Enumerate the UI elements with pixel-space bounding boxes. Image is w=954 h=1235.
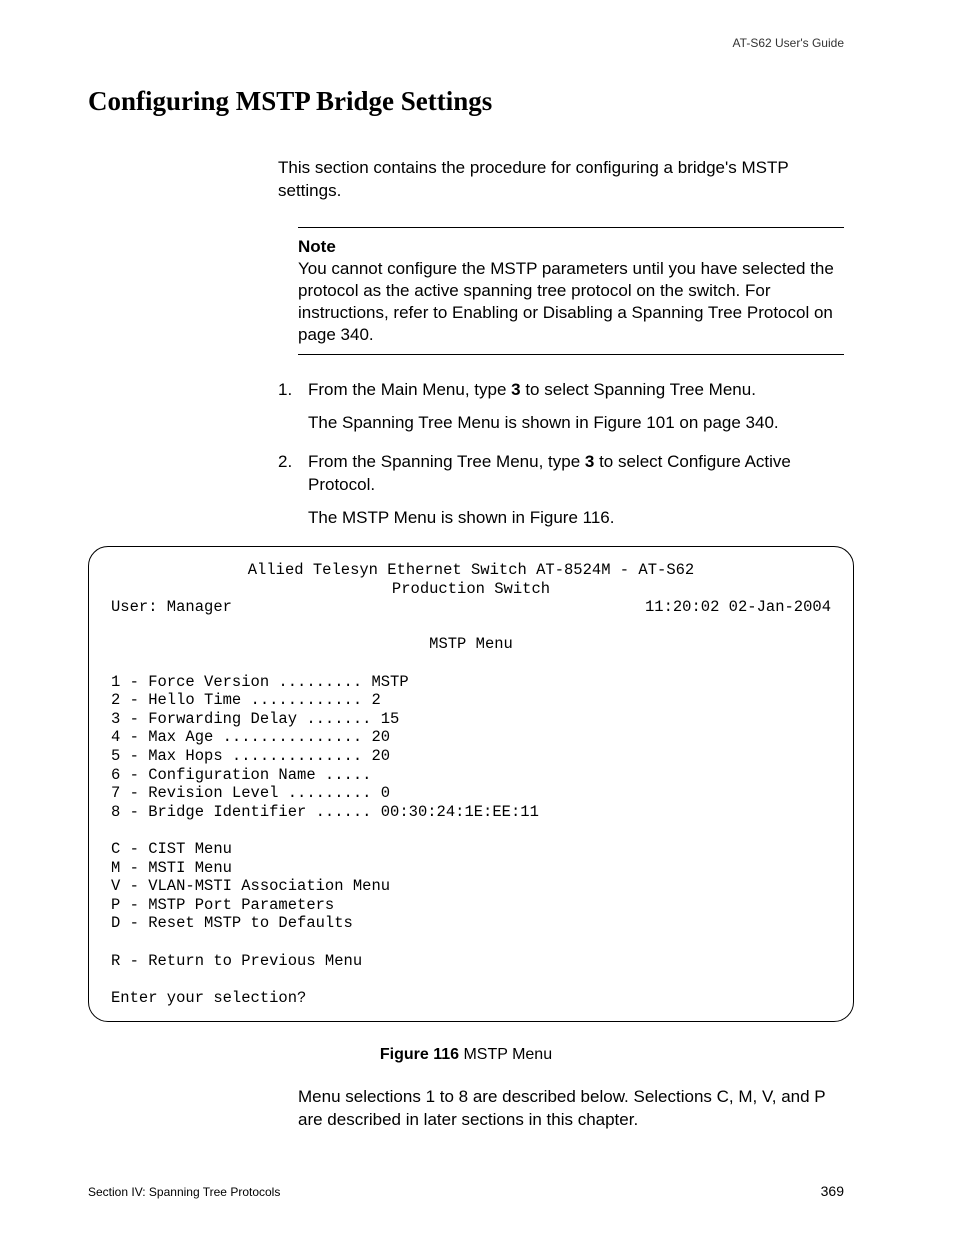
terminal-title-2: Production Switch xyxy=(111,580,831,599)
figure-caption-text: MSTP Menu xyxy=(459,1046,552,1063)
menu-item-6: 6 - Configuration Name ..... xyxy=(111,766,831,785)
terminal-user: User: Manager xyxy=(111,598,232,617)
note-label: Note xyxy=(298,236,844,258)
page: AT-S62 User's Guide Configuring MSTP Bri… xyxy=(0,0,954,1235)
step-text: From the Main Menu, type 3 to select Spa… xyxy=(308,379,756,402)
step-number: 2. xyxy=(278,451,296,497)
menu-item-7: 7 - Revision Level ......... 0 xyxy=(111,784,831,803)
terminal-menu-title: MSTP Menu xyxy=(111,635,831,654)
note-box: Note You cannot configure the MSTP param… xyxy=(298,227,844,355)
menu-item-p: P - MSTP Port Parameters xyxy=(111,896,831,915)
figure-label: Figure 116 xyxy=(380,1046,459,1063)
menu-item-3: 3 - Forwarding Delay ....... 15 xyxy=(111,710,831,729)
menu-item-8: 8 - Bridge Identifier ...... 00:30:24:1E… xyxy=(111,803,831,822)
step-2-sub: The MSTP Menu is shown in Figure 116. xyxy=(308,507,844,530)
step-text: From the Spanning Tree Menu, type 3 to s… xyxy=(308,451,844,497)
terminal-timestamp: 11:20:02 02-Jan-2004 xyxy=(645,598,831,617)
menu-item-c: C - CIST Menu xyxy=(111,840,831,859)
step-text-pre: From the Spanning Tree Menu, type xyxy=(308,452,585,471)
after-paragraph: Menu selections 1 to 8 are described bel… xyxy=(298,1086,844,1132)
figure-caption: Figure 116 MSTP Menu xyxy=(88,1046,844,1064)
section-title: Configuring MSTP Bridge Settings xyxy=(88,86,844,117)
note-text: You cannot configure the MSTP parameters… xyxy=(298,258,844,346)
terminal-title-1: Allied Telesyn Ethernet Switch AT-8524M … xyxy=(111,561,831,580)
menu-item-d: D - Reset MSTP to Defaults xyxy=(111,914,831,933)
menu-item-m: M - MSTI Menu xyxy=(111,859,831,878)
terminal-menu-box: Allied Telesyn Ethernet Switch AT-8524M … xyxy=(88,546,854,1022)
menu-item-4: 4 - Max Age ............... 20 xyxy=(111,728,831,747)
footer-page-number: 369 xyxy=(821,1183,844,1199)
step-1: 1. From the Main Menu, type 3 to select … xyxy=(278,379,844,402)
step-key: 3 xyxy=(511,380,520,399)
step-text-pre: From the Main Menu, type xyxy=(308,380,511,399)
step-1-sub: The Spanning Tree Menu is shown in Figur… xyxy=(308,412,844,435)
terminal-status-line: User: Manager 11:20:02 02-Jan-2004 xyxy=(111,598,831,617)
menu-item-1: 1 - Force Version ......... MSTP xyxy=(111,673,831,692)
footer-section-label: Section IV: Spanning Tree Protocols xyxy=(88,1185,280,1199)
step-2: 2. From the Spanning Tree Menu, type 3 t… xyxy=(278,451,844,497)
ordered-steps: 1. From the Main Menu, type 3 to select … xyxy=(278,379,844,530)
menu-item-2: 2 - Hello Time ............ 2 xyxy=(111,691,831,710)
step-key: 3 xyxy=(585,452,594,471)
step-text-post: to select Spanning Tree Menu. xyxy=(521,380,756,399)
step-number: 1. xyxy=(278,379,296,402)
menu-prompt: Enter your selection? xyxy=(111,989,831,1008)
header-guide-name: AT-S62 User's Guide xyxy=(733,36,844,50)
menu-item-r: R - Return to Previous Menu xyxy=(111,952,831,971)
intro-paragraph: This section contains the procedure for … xyxy=(278,157,844,203)
menu-item-5: 5 - Max Hops .............. 20 xyxy=(111,747,831,766)
menu-item-v: V - VLAN-MSTI Association Menu xyxy=(111,877,831,896)
